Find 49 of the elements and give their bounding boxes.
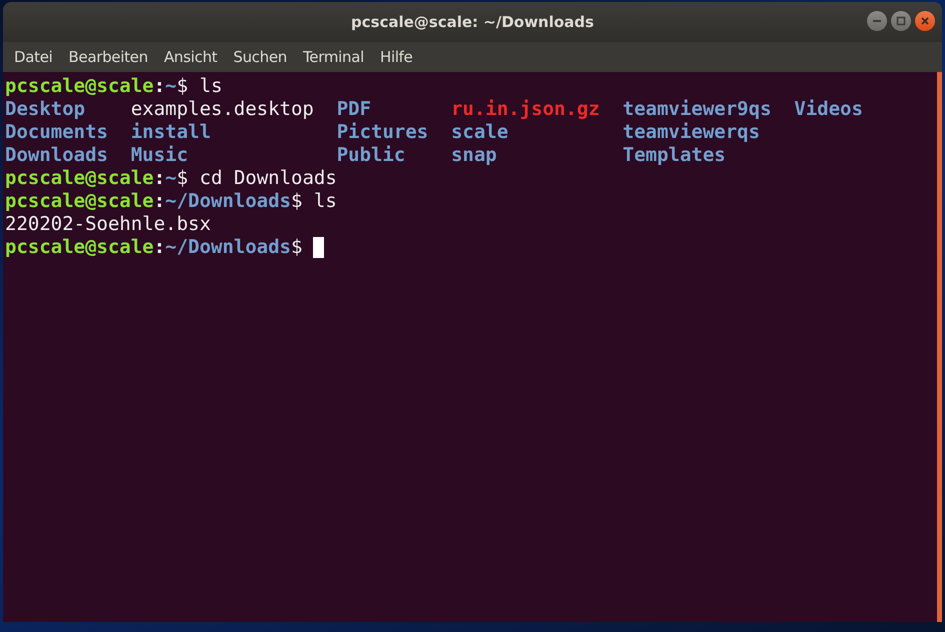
menu-item[interactable]: Suchen bbox=[225, 48, 295, 66]
maximize-button[interactable] bbox=[891, 11, 911, 31]
directory-name: Public bbox=[336, 144, 406, 167]
prompt-symbol: $ bbox=[291, 190, 302, 213]
prompt-user: pcscale@scale bbox=[5, 167, 154, 190]
prompt-path: ~/Downloads bbox=[165, 236, 292, 259]
output-text: 220202-Soehnle.bsx bbox=[5, 213, 211, 236]
directory-name: install bbox=[130, 121, 211, 144]
directory-name: Templates bbox=[622, 144, 726, 167]
command-text: cd Downloads bbox=[198, 167, 337, 190]
directory-name: teamviewerqs bbox=[622, 121, 760, 144]
directory-name: Music bbox=[130, 144, 188, 167]
menu-item[interactable]: Datei bbox=[7, 48, 61, 66]
prompt-separator: : bbox=[154, 236, 166, 259]
minimize-button[interactable] bbox=[867, 11, 887, 31]
prompt-user: pcscale@scale bbox=[5, 190, 154, 213]
prompt-user: pcscale@scale bbox=[5, 75, 154, 98]
prompt-user: pcscale@scale bbox=[5, 236, 154, 259]
prompt-separator: : bbox=[154, 75, 166, 98]
directory-name: Pictures bbox=[336, 121, 428, 144]
directory-name: Downloads bbox=[5, 144, 108, 167]
menu-item[interactable]: Bearbeiten bbox=[60, 48, 156, 66]
menu-item[interactable]: Terminal bbox=[294, 48, 372, 66]
file-name: examples.desktop bbox=[130, 98, 314, 121]
directory-name: Videos bbox=[794, 98, 863, 121]
menu-item[interactable]: Ansicht bbox=[156, 48, 226, 66]
prompt-path: ~/Downloads bbox=[165, 190, 292, 213]
close-icon bbox=[920, 16, 930, 26]
directory-name: Documents bbox=[5, 121, 108, 144]
scrollbar[interactable] bbox=[937, 72, 942, 622]
directory-name: snap bbox=[451, 144, 497, 167]
directory-name: Desktop bbox=[5, 98, 86, 121]
prompt-separator: : bbox=[154, 190, 166, 213]
prompt-path: ~ bbox=[165, 75, 177, 98]
maximize-icon bbox=[896, 16, 906, 26]
window-title: pcscale@scale: ~/Downloads bbox=[351, 13, 594, 31]
prompt-symbol: $ bbox=[176, 75, 188, 98]
file-name: ru.in.json.gz bbox=[451, 98, 600, 121]
command-text: ls bbox=[312, 190, 337, 213]
prompt-path: ~ bbox=[165, 167, 177, 190]
menu-item[interactable]: Hilfe bbox=[372, 48, 421, 66]
directory-name: teamviewer9qs bbox=[622, 98, 772, 121]
directory-name: scale bbox=[451, 121, 508, 144]
prompt-symbol: $ bbox=[176, 167, 188, 190]
prompt-symbol: $ bbox=[291, 236, 302, 259]
prompt-separator: : bbox=[154, 167, 166, 190]
close-button[interactable] bbox=[915, 11, 935, 31]
command-text: ls bbox=[198, 75, 222, 98]
directory-name: PDF bbox=[336, 98, 372, 121]
